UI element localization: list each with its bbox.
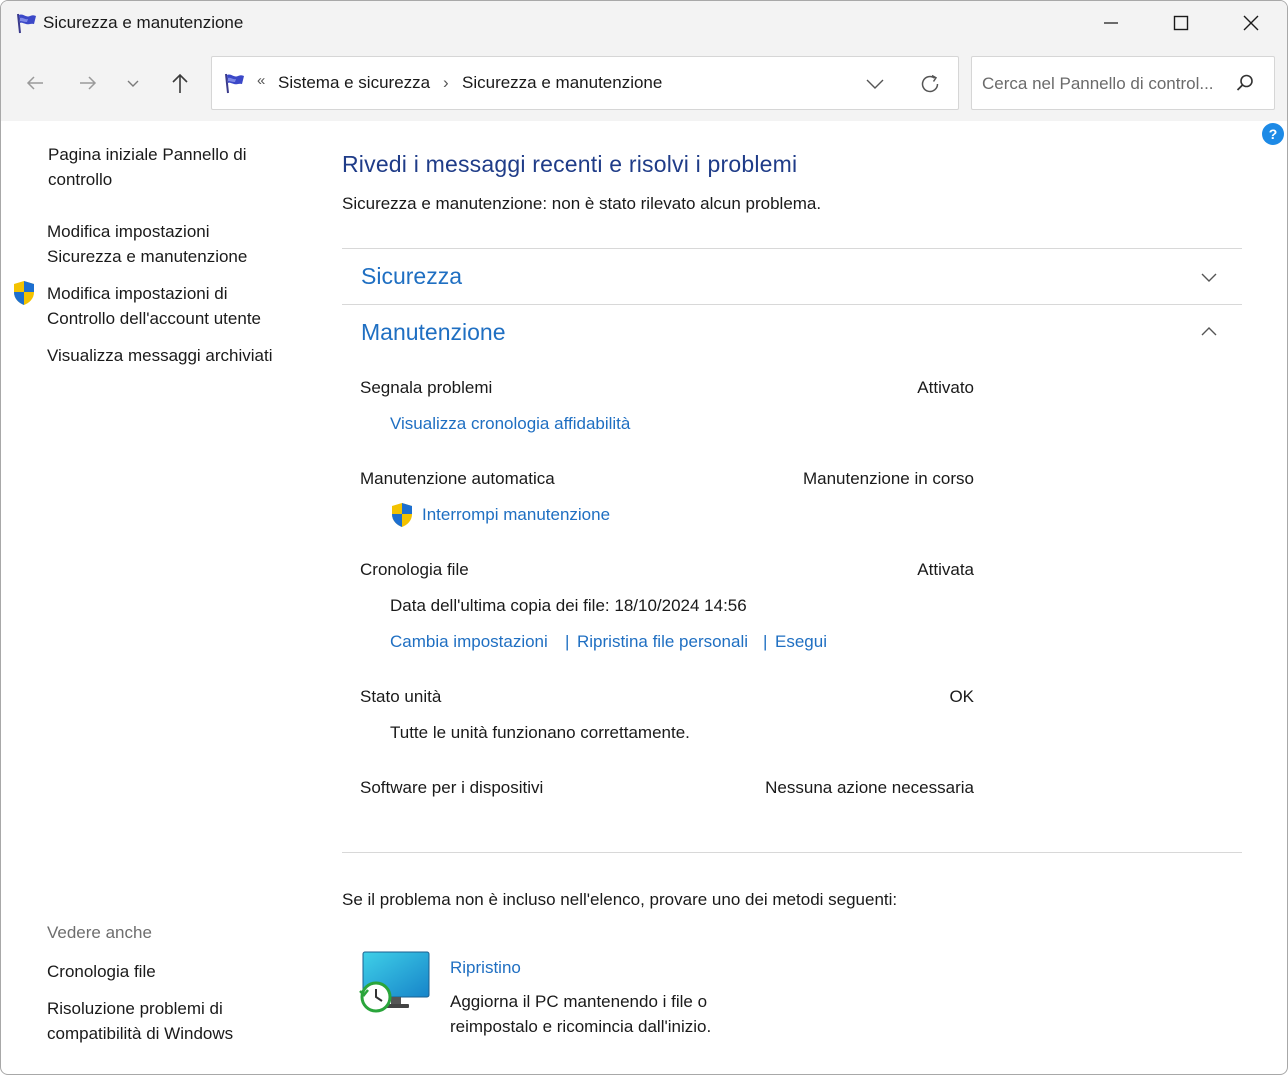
device-software-status: Nessuna azione necessaria [765,778,974,797]
see-also-heading: Vedere anche [47,923,152,942]
sidebar-link-change-settings[interactable]: Modifica impostazioni Sicurezza e manute… [47,219,247,269]
flag-icon [17,13,36,34]
arrow-up-icon [172,73,188,93]
drive-status-value: OK [949,687,974,706]
help-button[interactable]: ? [1262,123,1284,145]
title-bar: Sicurezza e manutenzione [1,1,1287,45]
restore-files-link[interactable]: Ripristina file personali [577,632,748,652]
refresh-button[interactable] [915,70,945,98]
close-icon [1243,15,1259,31]
maximize-icon [1173,15,1189,31]
navigation-bar: « Sistema e sicurezza › Sicurezza e manu… [1,45,1287,121]
address-dropdown-button[interactable] [862,72,888,96]
sidebar-link-archived-messages[interactable]: Visualizza messaggi archiviati [47,343,273,368]
page-title: Rivedi i messaggi recenti e risolvi i pr… [342,151,798,177]
status-summary: Sicurezza e manutenzione: non è stato ri… [342,194,822,213]
divider [342,852,1242,853]
recovery-icon[interactable] [357,951,431,1017]
flag-icon [225,73,244,94]
refresh-icon [921,74,939,93]
sidebar-link-home[interactable]: Pagina iniziale Pannello di controllo [48,142,246,192]
breadcrumb-security-maintenance[interactable]: Sicurezza e manutenzione [462,73,662,93]
chevron-down-icon[interactable] [1199,271,1219,285]
chevron-down-icon [127,80,139,87]
up-button[interactable] [162,65,198,101]
file-history-status: Attivata [917,560,974,579]
change-settings-link[interactable]: Cambia impostazioni [390,632,548,652]
link-separator: | [565,632,570,651]
search-input[interactable] [982,71,1230,97]
breadcrumb-overflow[interactable]: « [257,72,265,89]
arrow-right-icon [80,76,97,90]
breadcrumb-system-security[interactable]: Sistema e sicurezza [278,73,430,93]
alternatives-text: Se il problema non è incluso nell'elenco… [342,890,898,909]
divider [342,304,1242,305]
last-backup-text: Data dell'ultima copia dei file: 18/10/2… [390,596,747,615]
run-backup-link[interactable]: Esegui [775,632,827,652]
search-icon[interactable] [1236,74,1254,92]
chevron-up-icon[interactable] [1199,324,1219,338]
divider [342,248,1242,249]
file-history-label: Cronologia file [360,560,469,579]
minimize-button[interactable] [1076,1,1146,45]
drive-status-label: Stato unità [360,687,442,706]
section-security-header[interactable]: Sicurezza [361,263,462,290]
sidebar-link-uac[interactable]: Modifica impostazioni di Controllo dell'… [47,281,261,331]
see-also-compatibility[interactable]: Risoluzione problemi di compatibilità di… [47,996,233,1046]
uac-shield-icon [14,281,34,305]
forward-button[interactable] [70,65,106,101]
search-box [971,56,1275,110]
stop-maintenance-link[interactable]: Interrompi manutenzione [422,505,610,525]
arrow-left-icon [26,76,43,90]
report-problems-label: Segnala problemi [360,378,493,397]
auto-maintenance-status: Manutenzione in corso [802,469,974,488]
recent-locations-button[interactable] [115,65,151,101]
chevron-down-icon [866,79,884,89]
address-bar[interactable]: « Sistema e sicurezza › Sicurezza e manu… [211,56,959,110]
drive-status-text: Tutte le unità funzionano correttamente. [390,723,690,742]
section-maintenance-header[interactable]: Manutenzione [361,319,506,346]
close-button[interactable] [1216,1,1286,45]
see-also-file-history[interactable]: Cronologia file [47,959,156,984]
reliability-history-link[interactable]: Visualizza cronologia affidabilità [390,414,630,434]
auto-maintenance-label: Manutenzione automatica [360,469,555,488]
window-title: Sicurezza e manutenzione [43,13,244,32]
maximize-button[interactable] [1146,1,1216,45]
uac-shield-icon [392,503,412,527]
recovery-link[interactable]: Ripristino [450,958,521,978]
report-problems-status: Attivato [917,378,974,397]
breadcrumb-separator[interactable]: › [443,73,449,93]
link-separator: | [763,632,768,651]
left-pane: Pagina iniziale Pannello di controllo Mo… [1,121,311,1074]
recovery-description: Aggiorna il PC mantenendo i file o reimp… [450,992,712,1036]
minimize-icon [1104,22,1118,24]
back-button[interactable] [17,65,53,101]
control-panel-window: Sicurezza e manutenzione « Sistema e sic… [0,0,1288,1075]
device-software-label: Software per i dispositivi [360,778,544,797]
